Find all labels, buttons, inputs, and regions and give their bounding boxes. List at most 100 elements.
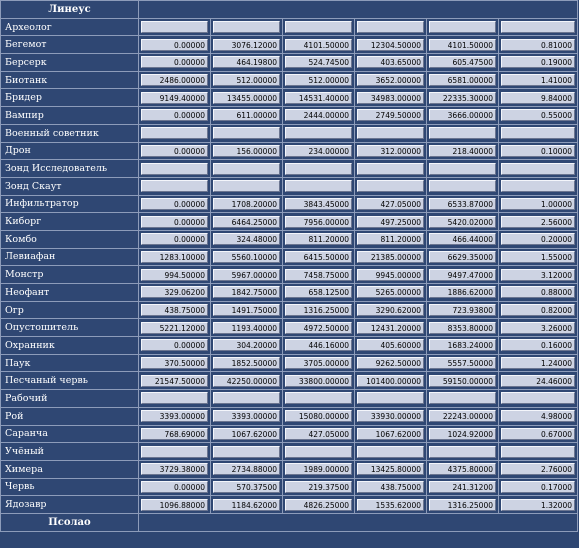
value-field[interactable]: 5560.10000 — [213, 250, 280, 263]
value-field[interactable]: 3652.00000 — [357, 74, 424, 87]
value-field[interactable] — [285, 392, 352, 405]
value-field[interactable]: 13455.00000 — [213, 91, 280, 104]
value-field[interactable]: 0.55000 — [501, 109, 575, 122]
value-field[interactable]: 611.00000 — [213, 109, 280, 122]
value-field[interactable] — [357, 127, 424, 140]
value-field[interactable]: 0.00000 — [141, 109, 208, 122]
value-field[interactable]: 0.16000 — [501, 339, 575, 352]
value-field[interactable]: 1316.25000 — [285, 304, 352, 317]
value-field[interactable]: 1.00000 — [501, 197, 575, 210]
value-field[interactable]: 1708.20000 — [213, 197, 280, 210]
value-field[interactable] — [357, 162, 424, 175]
value-field[interactable] — [285, 180, 352, 193]
value-field[interactable]: 1.24000 — [501, 357, 575, 370]
value-field[interactable]: 768.69000 — [141, 427, 208, 440]
value-field[interactable]: 1842.75000 — [213, 286, 280, 299]
value-field[interactable] — [501, 392, 575, 405]
value-field[interactable] — [213, 127, 280, 140]
value-field[interactable]: 3393.00000 — [141, 410, 208, 423]
value-field[interactable]: 1283.10000 — [141, 250, 208, 263]
value-field[interactable]: 13425.80000 — [357, 463, 424, 476]
value-field[interactable]: 3076.12000 — [213, 38, 280, 51]
value-field[interactable]: 3.12000 — [501, 268, 575, 281]
value-field[interactable]: 21385.00000 — [357, 250, 424, 263]
value-field[interactable]: 0.88000 — [501, 286, 575, 299]
value-field[interactable] — [501, 127, 575, 140]
value-field[interactable]: 8353.80000 — [429, 321, 496, 334]
value-field[interactable] — [285, 162, 352, 175]
value-field[interactable]: 6629.35000 — [429, 250, 496, 263]
value-field[interactable]: 605.47500 — [429, 56, 496, 69]
value-field[interactable]: 4972.50000 — [285, 321, 352, 334]
value-field[interactable]: 5557.50000 — [429, 357, 496, 370]
value-field[interactable] — [357, 180, 424, 193]
value-field[interactable]: 438.75000 — [141, 304, 208, 317]
value-field[interactable]: 2.56000 — [501, 215, 575, 228]
value-field[interactable]: 497.25000 — [357, 215, 424, 228]
value-field[interactable] — [357, 445, 424, 458]
value-field[interactable]: 4101.50000 — [285, 38, 352, 51]
value-field[interactable]: 1535.62000 — [357, 498, 424, 511]
value-field[interactable]: 3290.62000 — [357, 304, 424, 317]
value-field[interactable]: 1316.25000 — [429, 498, 496, 511]
value-field[interactable] — [141, 21, 208, 34]
value-field[interactable] — [429, 127, 496, 140]
value-field[interactable]: 234.00000 — [285, 144, 352, 157]
value-field[interactable] — [357, 392, 424, 405]
value-field[interactable]: 2749.50000 — [357, 109, 424, 122]
value-field[interactable]: 6464.25000 — [213, 215, 280, 228]
value-field[interactable]: 524.74500 — [285, 56, 352, 69]
value-field[interactable]: 427.05000 — [357, 197, 424, 210]
value-field[interactable]: 2734.88000 — [213, 463, 280, 476]
value-field[interactable]: 3666.00000 — [429, 109, 496, 122]
value-field[interactable] — [501, 180, 575, 193]
value-field[interactable]: 34983.00000 — [357, 91, 424, 104]
value-field[interactable]: 427.05000 — [285, 427, 352, 440]
value-field[interactable]: 0.19000 — [501, 56, 575, 69]
value-field[interactable]: 24.46000 — [501, 374, 575, 387]
value-field[interactable]: 0.82000 — [501, 304, 575, 317]
value-field[interactable] — [213, 392, 280, 405]
value-field[interactable]: 0.00000 — [141, 56, 208, 69]
value-field[interactable]: 324.48000 — [213, 233, 280, 246]
value-field[interactable]: 1024.92000 — [429, 427, 496, 440]
value-field[interactable]: 15080.00000 — [285, 410, 352, 423]
value-field[interactable]: 241.31200 — [429, 480, 496, 493]
value-field[interactable]: 9149.40000 — [141, 91, 208, 104]
value-field[interactable]: 4826.25000 — [285, 498, 352, 511]
value-field[interactable]: 1.32000 — [501, 498, 575, 511]
value-field[interactable]: 658.12500 — [285, 286, 352, 299]
value-field[interactable]: 1491.75000 — [213, 304, 280, 317]
value-field[interactable]: 22243.00000 — [429, 410, 496, 423]
value-field[interactable]: 2486.00000 — [141, 74, 208, 87]
value-field[interactable]: 994.50000 — [141, 268, 208, 281]
value-field[interactable]: 0.17000 — [501, 480, 575, 493]
value-field[interactable]: 405.60000 — [357, 339, 424, 352]
value-field[interactable]: 512.00000 — [285, 74, 352, 87]
value-field[interactable]: 42250.00000 — [213, 374, 280, 387]
value-field[interactable]: 312.00000 — [357, 144, 424, 157]
value-field[interactable]: 1193.40000 — [213, 321, 280, 334]
value-field[interactable]: 156.00000 — [213, 144, 280, 157]
value-field[interactable]: 3393.00000 — [213, 410, 280, 423]
value-field[interactable]: 446.16000 — [285, 339, 352, 352]
value-field[interactable]: 2444.00000 — [285, 109, 352, 122]
value-field[interactable]: 5221.12000 — [141, 321, 208, 334]
value-field[interactable] — [429, 21, 496, 34]
value-field[interactable]: 304.20000 — [213, 339, 280, 352]
value-field[interactable]: 4375.80000 — [429, 463, 496, 476]
value-field[interactable]: 0.00000 — [141, 215, 208, 228]
value-field[interactable]: 0.00000 — [141, 233, 208, 246]
value-field[interactable]: 0.67000 — [501, 427, 575, 440]
value-field[interactable] — [213, 162, 280, 175]
value-field[interactable]: 7956.00000 — [285, 215, 352, 228]
value-field[interactable]: 438.75000 — [357, 480, 424, 493]
value-field[interactable] — [141, 180, 208, 193]
value-field[interactable]: 1096.88000 — [141, 498, 208, 511]
value-field[interactable]: 1886.62000 — [429, 286, 496, 299]
value-field[interactable]: 464.19800 — [213, 56, 280, 69]
value-field[interactable] — [213, 445, 280, 458]
value-field[interactable]: 0.00000 — [141, 339, 208, 352]
value-field[interactable]: 1067.62000 — [213, 427, 280, 440]
value-field[interactable]: 466.44000 — [429, 233, 496, 246]
